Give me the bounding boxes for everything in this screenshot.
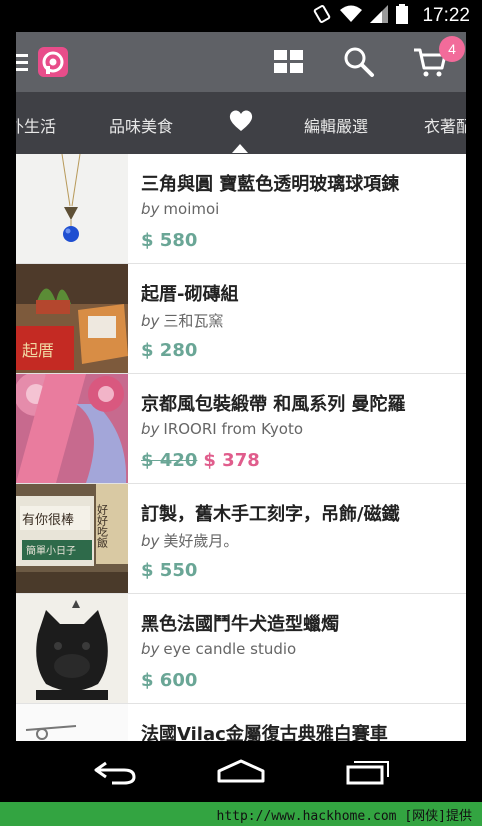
app-logo[interactable] [38, 47, 68, 77]
brick-box-label: 起厝 [22, 341, 54, 360]
battery-icon [396, 4, 409, 28]
seller-name[interactable]: moimoi [163, 200, 219, 218]
by-label: by [141, 532, 160, 550]
product-thumbnail [16, 594, 128, 703]
product-title: 黑色法國鬥牛犬造型蠟燭 [141, 614, 339, 635]
product-item[interactable]: 起厝 起厝-砌磚組 by 三和瓦窯 $ 280 [16, 264, 466, 374]
product-title: 三角與圓 寶藍色透明玻璃球項鍊 [141, 174, 400, 195]
product-thumbnail [16, 704, 128, 741]
drawer-menu-icon[interactable] [16, 54, 28, 72]
tab-lifestyle[interactable]: 外生活 [16, 113, 56, 137]
product-title: 訂製，舊木手工刻字，吊飾/磁鐵 [141, 504, 400, 525]
product-title: 起厝-砌磚組 [141, 284, 239, 305]
product-price: $ 550 [141, 560, 198, 581]
product-seller-line: by eye candle studio [141, 640, 296, 658]
cart-count-badge: 4 [439, 36, 465, 62]
product-price: $ 580 [141, 230, 198, 251]
seller-name[interactable]: 三和瓦窯 [163, 312, 223, 330]
sale-price: $ 378 [203, 450, 260, 471]
watermark-text: http://www.hackhome.com [网侠]提供 [216, 809, 473, 824]
by-label: by [141, 312, 160, 330]
recent-apps-icon[interactable] [344, 757, 392, 785]
vibrate-icon [312, 4, 332, 28]
product-title: 京都風包裝緞帶 和風系列 曼陀羅 [141, 394, 406, 415]
product-title: 法國Vilac金屬復古典雅白賽車 [141, 724, 388, 741]
product-item[interactable]: 京都風包裝緞帶 和風系列 曼陀羅 by IROORI from Kyoto $ 4… [16, 374, 466, 484]
product-item[interactable]: 有你很棒 簡單小日子 好好吃飯 訂製，舊木手工刻字，吊飾/磁鐵 by 美好歲月。 … [16, 484, 466, 594]
system-nav-bar [0, 741, 482, 802]
grid-view-icon[interactable] [271, 44, 307, 80]
tab-food[interactable]: 品味美食 [109, 113, 173, 137]
status-time: 17:22 [422, 5, 470, 26]
product-seller-line: by 三和瓦窯 [141, 310, 223, 331]
product-thumbnail: 起厝 [16, 264, 128, 373]
by-label: by [141, 200, 160, 218]
watermark-strip: http://www.hackhome.com [网侠]提供 [0, 802, 482, 826]
product-seller-line: by 美好歲月。 [141, 530, 238, 551]
seller-name[interactable]: IROORI from Kyoto [163, 420, 303, 438]
search-icon[interactable] [341, 44, 377, 80]
status-icons: 17:22 [312, 4, 470, 28]
product-item[interactable]: 三角與圓 寶藍色透明玻璃球項鍊 by moimoi $ 580 [16, 154, 466, 264]
product-seller-line: by moimoi [141, 200, 219, 218]
tab-apparel[interactable]: 衣著配 [424, 113, 466, 137]
wood-sign-1: 有你很棒 [22, 513, 74, 528]
wood-sign-2: 簡單小日子 [26, 544, 76, 557]
seller-name[interactable]: 美好歲月。 [163, 532, 238, 550]
app-screen: 4 外生活 品味美食 編輯嚴選 衣著配 三角與圓 寶藍色透明玻璃球項鍊 by m… [16, 32, 466, 741]
product-thumbnail [16, 374, 128, 483]
back-icon[interactable] [92, 757, 140, 785]
product-price: $ 280 [141, 340, 198, 361]
tab-favorites-heart-icon[interactable] [228, 108, 254, 134]
product-seller-line: by IROORI from Kyoto [141, 420, 303, 438]
by-label: by [141, 640, 160, 658]
product-thumbnail [16, 154, 128, 263]
signal-icon [370, 5, 389, 27]
home-icon[interactable] [217, 757, 265, 785]
action-bar: 4 [16, 32, 466, 92]
status-bar: 17:22 [0, 0, 482, 32]
product-item[interactable]: 法國Vilac金屬復古典雅白賽車 [16, 704, 466, 741]
product-item[interactable]: 黑色法國鬥牛犬造型蠟燭 by eye candle studio $ 600 [16, 594, 466, 704]
wood-sign-3: 好好吃飯 [96, 503, 109, 549]
product-price: $ 420 $ 378 [141, 450, 260, 471]
wifi-icon [340, 5, 363, 27]
tab-editor-picks[interactable]: 編輯嚴選 [304, 113, 368, 137]
product-price: $ 600 [141, 670, 198, 691]
product-thumbnail: 有你很棒 簡單小日子 好好吃飯 [16, 484, 128, 593]
active-tab-pointer [232, 144, 248, 153]
original-price: $ 420 [141, 450, 198, 471]
by-label: by [141, 420, 160, 438]
seller-name[interactable]: eye candle studio [163, 640, 296, 658]
